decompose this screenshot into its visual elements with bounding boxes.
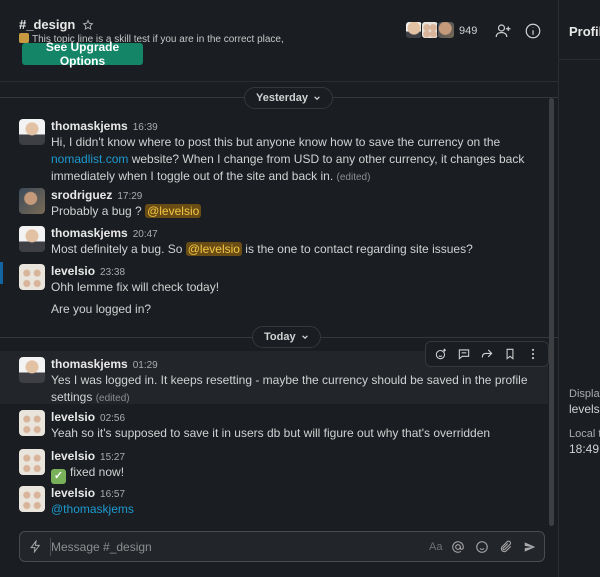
local-time-value: 18:49 — [569, 442, 600, 456]
reply-thread-icon[interactable] — [457, 347, 471, 361]
edited-label: (edited) — [95, 393, 130, 404]
message-author[interactable]: levelsio 02:56 — [51, 410, 125, 424]
message-text: Ohh lemme fix will check today! — [51, 280, 220, 294]
user-mention[interactable]: @levelsio — [145, 204, 202, 218]
share-icon[interactable] — [480, 347, 494, 361]
message-author[interactable]: levelsio 15:27 — [51, 449, 125, 463]
channel-name[interactable]: #_design — [19, 17, 75, 32]
message-time[interactable]: 01:29 — [133, 360, 158, 371]
message-author[interactable]: levelsio 16:57 — [51, 486, 125, 500]
avatar[interactable] — [19, 449, 45, 475]
message-text: Yeah so it's supposed to save it in user… — [51, 426, 491, 440]
display-name-label: Display — [569, 388, 600, 400]
avatar — [437, 21, 455, 39]
edited-label: (edited) — [336, 172, 371, 183]
message-text: Hi, I didn't know where to post this but… — [51, 135, 525, 183]
message-text: @thomaskjems — [51, 501, 531, 518]
message-time[interactable]: 16:57 — [100, 489, 125, 500]
scrollbar[interactable] — [549, 98, 554, 526]
message-link[interactable]: nomadlist.com — [51, 152, 128, 166]
add-member-icon[interactable] — [494, 22, 512, 40]
avatar[interactable] — [19, 264, 45, 290]
lightning-bolt-icon[interactable] — [29, 540, 42, 553]
channel-title[interactable]: #_design — [19, 17, 94, 32]
member-avatars[interactable] — [405, 21, 455, 39]
message-time[interactable]: 23:38 — [100, 267, 125, 278]
message-author[interactable]: levelsio 23:38 — [51, 264, 125, 278]
add-reaction-icon[interactable] — [434, 347, 448, 361]
day-pill-today[interactable]: Today — [252, 326, 321, 348]
main-pane: #_design This topic line is a skill test… — [0, 0, 558, 577]
message-author[interactable]: thomaskjems 16:39 — [51, 119, 158, 133]
profile-panel: Profile Display levelsio Local ti 18:49 — [559, 0, 600, 577]
avatar[interactable] — [19, 410, 45, 436]
mention-icon[interactable] — [451, 540, 465, 554]
user-mention[interactable]: @thomaskjems — [51, 502, 134, 516]
message-time[interactable]: 17:29 — [117, 191, 142, 202]
avatar[interactable] — [19, 119, 45, 145]
message-composer: Aa — [19, 531, 545, 562]
attachment-icon[interactable] — [499, 540, 513, 554]
check-mark-icon: ✓ — [51, 469, 66, 484]
avatar[interactable] — [19, 188, 45, 214]
message-time[interactable]: 02:56 — [100, 413, 125, 424]
message-author[interactable]: thomaskjems 20:47 — [51, 226, 158, 240]
message-text: Are you logged in? — [51, 302, 152, 316]
profile-panel-title: Profile — [559, 0, 600, 60]
message-text: ✓ fixed now! — [51, 464, 531, 484]
unread-marker — [0, 262, 3, 284]
upgrade-button[interactable]: See Upgrade Options — [22, 40, 143, 68]
avatar[interactable] — [19, 226, 45, 252]
send-icon[interactable] — [523, 540, 537, 554]
message-input[interactable] — [51, 537, 331, 557]
local-time-label: Local ti — [569, 428, 600, 440]
message-time[interactable]: 16:39 — [133, 122, 158, 133]
chevron-down-icon — [301, 335, 308, 340]
chevron-down-icon — [314, 96, 320, 101]
more-actions-icon[interactable] — [526, 347, 540, 361]
format-toggle[interactable]: Aa — [429, 541, 442, 553]
message-time[interactable]: 20:47 — [133, 229, 158, 240]
avatar[interactable] — [19, 357, 45, 383]
day-pill-yesterday[interactable]: Yesterday — [244, 87, 333, 109]
star-icon[interactable] — [82, 18, 94, 31]
message-actions-toolbar — [425, 341, 549, 367]
avatar[interactable] — [19, 486, 45, 512]
message-time[interactable]: 15:27 — [100, 452, 125, 463]
channel-header: #_design This topic line is a skill test… — [0, 0, 558, 82]
message-text: Yes I was logged in. It keeps resetting … — [51, 373, 528, 404]
message-text: Most definitely a bug. So @levelsio is t… — [51, 242, 473, 256]
message-text: Probably a bug ? @levelsio — [51, 204, 202, 218]
member-count[interactable]: 949 — [459, 25, 477, 37]
bookmark-icon[interactable] — [503, 347, 517, 361]
message-author[interactable]: thomaskjems 01:29 — [51, 357, 158, 371]
message-author[interactable]: srodriguez 17:29 — [51, 188, 142, 202]
emoji-icon[interactable] — [475, 540, 489, 554]
info-icon[interactable] — [524, 22, 542, 40]
user-mention[interactable]: @levelsio — [185, 242, 242, 256]
display-name-value: levelsio — [569, 402, 600, 416]
